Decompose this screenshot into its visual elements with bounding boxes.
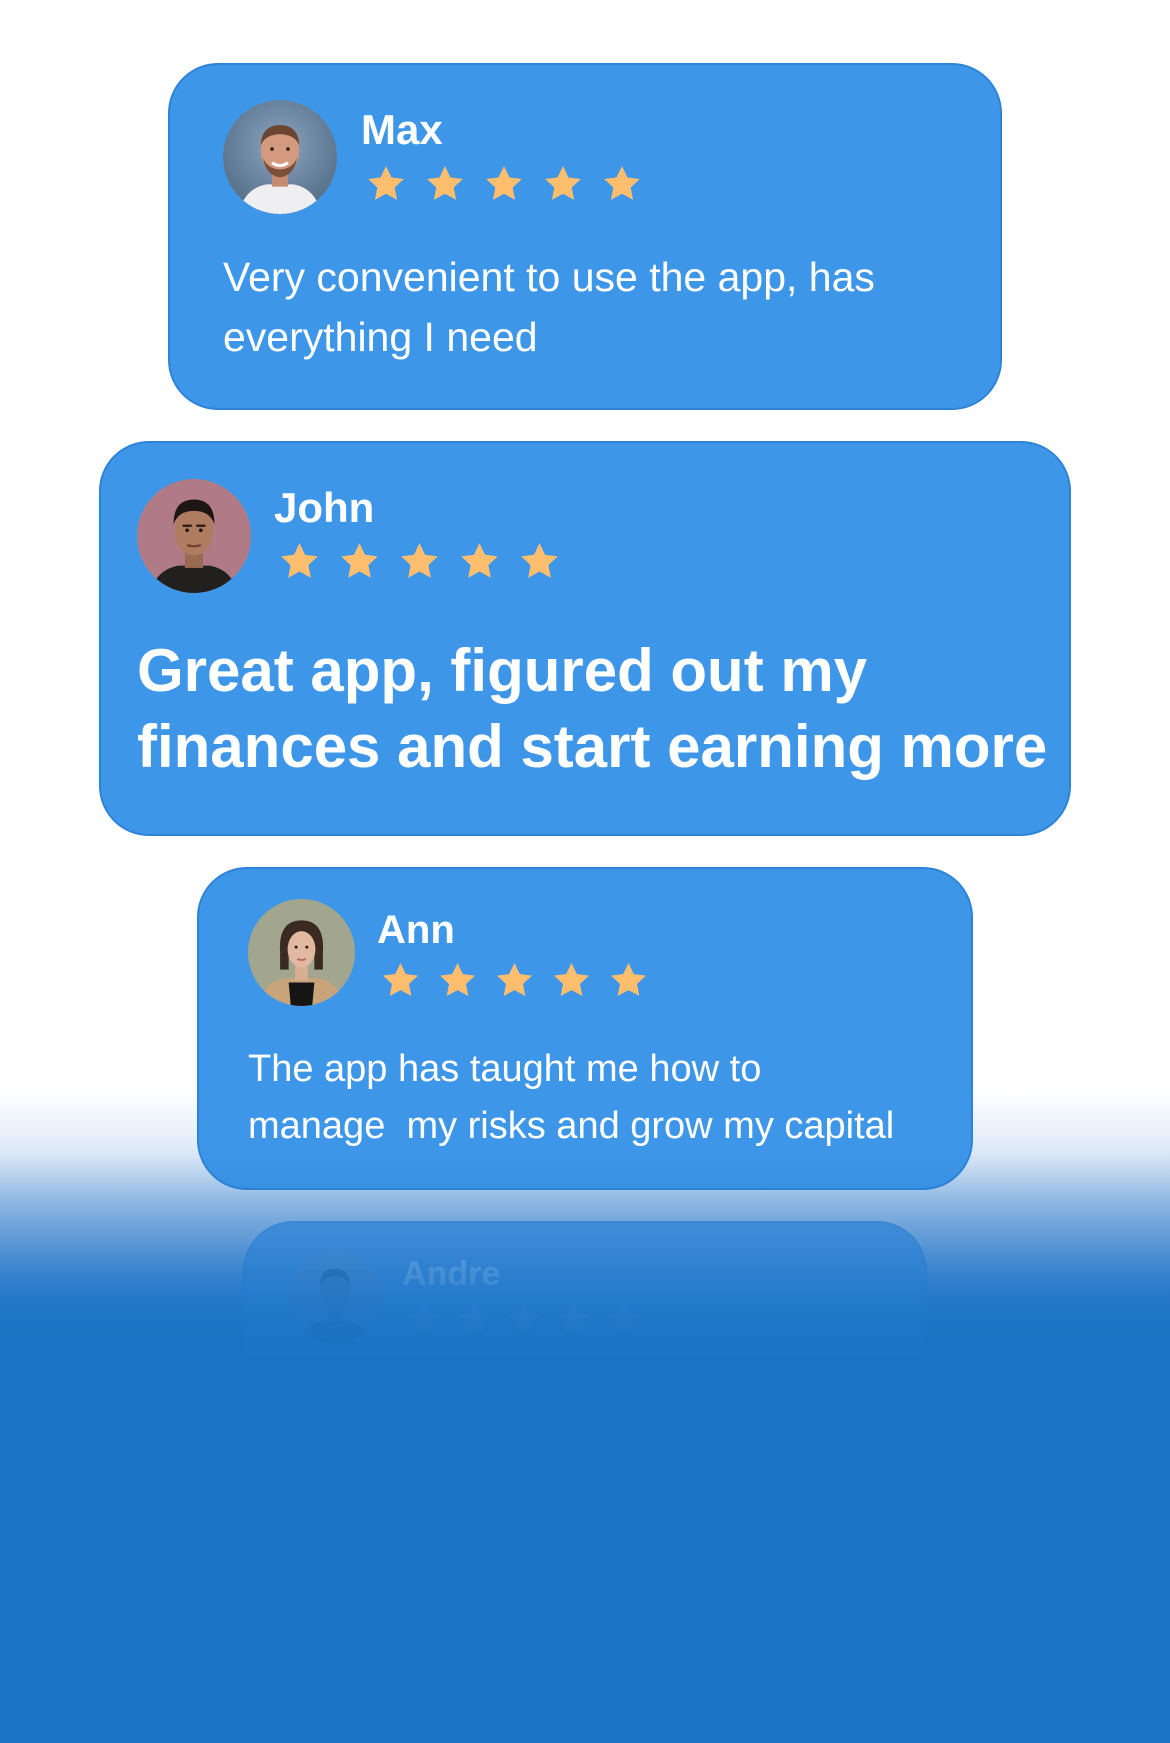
star-icon <box>508 1304 540 1334</box>
star-icon <box>408 1304 440 1334</box>
review-text: Very convenient to use the app, has ever… <box>223 247 875 367</box>
review-card: Andre <box>243 1221 927 1521</box>
star-rating <box>379 959 650 1002</box>
review-text-line: Very convenient to use the app, has <box>223 254 875 300</box>
star-icon <box>341 543 378 578</box>
man-portrait-avatar-icon <box>137 479 251 593</box>
avatar <box>137 479 251 593</box>
review-card: Ann The app has taught me how to manage … <box>197 867 973 1190</box>
review-card: John Great app, figured out my finances … <box>99 441 1071 836</box>
star-icon <box>545 166 581 200</box>
reviewer-name: Ann <box>377 908 455 952</box>
review-text: The app has taught me how to manage my r… <box>248 1041 894 1155</box>
review-text-line: manage my risks and grow my capital <box>248 1105 895 1147</box>
star-icon <box>383 962 418 997</box>
review-text-line: finances and start earning more <box>137 713 1048 780</box>
star-icon <box>440 962 475 997</box>
star-rating <box>405 1301 643 1339</box>
star-icon <box>554 962 589 997</box>
star-icon <box>368 166 404 200</box>
star-icon <box>458 1304 490 1334</box>
star-icon <box>401 543 438 578</box>
review-text-line: Great app, figured out my <box>137 637 868 704</box>
reviewer-name: John <box>274 484 375 531</box>
star-icon <box>486 166 522 200</box>
woman-portrait-avatar-icon <box>248 899 355 1006</box>
star-icon <box>558 1304 590 1334</box>
reviewer-name: Andre <box>402 1255 501 1293</box>
reviewer-name: Max <box>361 106 443 153</box>
avatar <box>288 1250 382 1344</box>
man-portrait-avatar-icon <box>223 100 337 214</box>
star-rating <box>364 162 644 206</box>
star-rating <box>277 539 562 584</box>
star-icon <box>521 543 558 578</box>
man-portrait-avatar-icon <box>288 1250 382 1344</box>
star-icon <box>427 166 463 200</box>
star-icon <box>604 166 640 200</box>
avatar <box>223 100 337 214</box>
avatar <box>248 899 355 1006</box>
star-icon <box>611 962 646 997</box>
review-card: Max Very convenient to use the app, has … <box>168 63 1002 410</box>
star-icon <box>281 543 318 578</box>
star-icon <box>497 962 532 997</box>
star-icon <box>461 543 498 578</box>
review-text-line: The app has taught me how to <box>248 1048 762 1090</box>
review-text-line: everything I need <box>223 314 538 360</box>
star-icon <box>608 1304 640 1334</box>
review-text: Great app, figured out my finances and s… <box>137 633 1047 785</box>
